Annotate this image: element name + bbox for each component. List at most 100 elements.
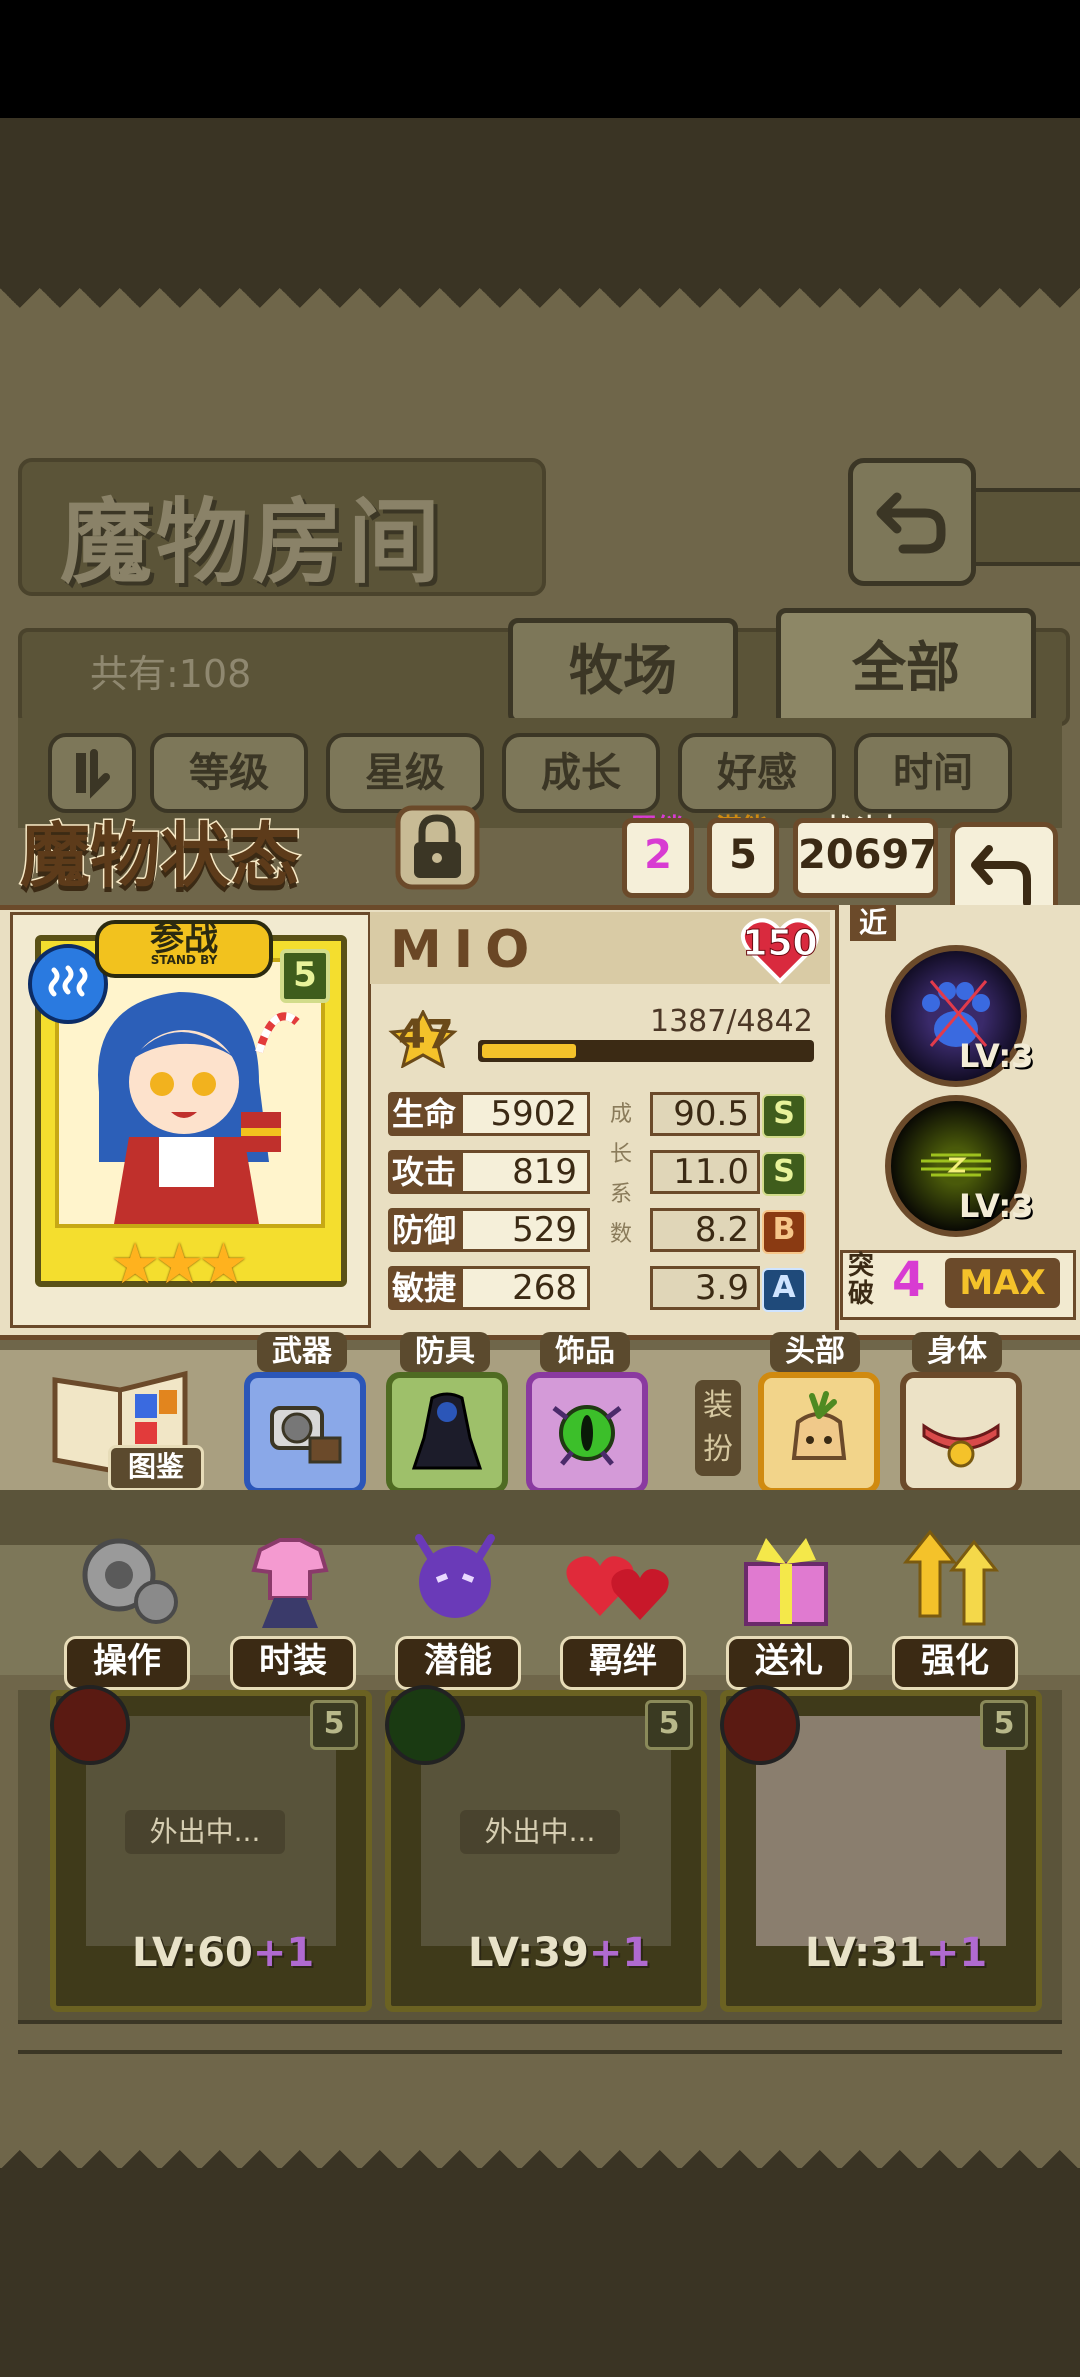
standby-badge: 参战 STAND BY <box>95 920 273 978</box>
eye-amulet-icon <box>552 1405 622 1466</box>
return-icon <box>971 845 1031 907</box>
card-1-level-plus: +1 <box>252 1930 315 1976</box>
sort-affection-button[interactable]: 好感 <box>678 733 836 813</box>
weapon-slot[interactable] <box>244 1372 366 1494</box>
skill-1-button[interactable]: LV:3 <box>885 945 1033 1087</box>
rarity-stars: ★★★ <box>110 1232 249 1297</box>
power-value: 20697 <box>793 818 938 898</box>
range-badge: 近 <box>850 905 896 941</box>
encyclopedia-label: 图鉴 <box>108 1445 204 1491</box>
stat-value-def: 529 <box>460 1208 590 1252</box>
hearts-icon <box>566 1556 669 1620</box>
action-gift-button[interactable]: 送礼 <box>726 1636 852 1690</box>
skill-2-button[interactable]: LV:3 <box>885 1095 1033 1237</box>
card-2-level: LV:39+1 <box>468 1930 650 1976</box>
body-slot[interactable] <box>900 1372 1022 1494</box>
gatling-icon <box>270 1406 342 1464</box>
armor-label: 防具 <box>400 1332 490 1372</box>
tab-ranch[interactable]: 牧场 <box>508 618 738 724</box>
mandrake-hat-icon <box>791 1391 847 1460</box>
card-1-level: LV:60+1 <box>132 1930 314 1976</box>
grade-atk: S <box>762 1152 806 1196</box>
room-title: 魔物房间 <box>60 489 445 596</box>
accessory-label: 饰品 <box>540 1332 630 1372</box>
armor-slot[interactable] <box>386 1372 508 1494</box>
star-grade-badge: 5 <box>280 949 330 1003</box>
break-value: 4 <box>892 1252 926 1308</box>
paper-edge-top <box>0 288 1080 328</box>
growth-char: 数 <box>610 1222 633 1247</box>
growth-char: 成 <box>610 1102 633 1127</box>
growth-char: 系 <box>610 1182 633 1207</box>
exp-bar-fill <box>482 1044 576 1058</box>
card-1-away-status: 外出中... <box>125 1810 285 1854</box>
upgrade-arrows-icon <box>902 1529 1000 1626</box>
growth-axis-label: 成 长 系 数 <box>610 1095 633 1255</box>
sort-growth-button[interactable]: 成长 <box>502 733 660 813</box>
card-2-level-plus: +1 <box>588 1930 651 1976</box>
head-label: 头部 <box>770 1332 860 1372</box>
status-title: 魔物状态 <box>19 814 302 899</box>
card-3-level-text: LV:31 <box>805 1930 926 1976</box>
card-1-level-text: LV:60 <box>132 1930 253 1976</box>
sort-time-button[interactable]: 时间 <box>854 733 1012 813</box>
card-2-away-status: 外出中... <box>460 1810 620 1854</box>
fire-element-icon <box>720 1685 800 1765</box>
lock-button[interactable] <box>390 800 485 895</box>
growth-char: 长 <box>610 1142 633 1167</box>
card-3-level: LV:31+1 <box>805 1930 987 1976</box>
card-1-badge: 5 <box>310 1700 358 1750</box>
skill-2-level: LV:3 <box>959 1187 1034 1225</box>
action-operate-button[interactable]: 操作 <box>64 1636 190 1690</box>
action-bond-button[interactable]: 羁绊 <box>560 1636 686 1690</box>
potential-value: 5 <box>707 818 779 898</box>
paper-edge-bottom <box>0 2130 1080 2170</box>
stat-label-atk: 攻击 <box>388 1150 460 1194</box>
monster-name: MIO <box>390 920 542 980</box>
weapon-label: 武器 <box>257 1332 347 1372</box>
action-potential-button[interactable]: 潜能 <box>395 1636 521 1690</box>
break-max-button[interactable]: MAX <box>945 1258 1060 1308</box>
grade-hp: S <box>762 1094 806 1138</box>
devil-icon <box>415 1534 495 1618</box>
return-icon <box>876 492 946 554</box>
standby-en-label: STAND BY <box>150 953 218 967</box>
stat-value-atk: 819 <box>460 1150 590 1194</box>
card-3-level-plus: +1 <box>925 1930 988 1976</box>
growth-value-agi: 3.9 <box>650 1266 760 1310</box>
bond-value: 2 <box>622 818 694 898</box>
room-back-button[interactable] <box>848 458 976 586</box>
accessory-slot[interactable] <box>526 1372 648 1494</box>
growth-value-def: 8.2 <box>650 1208 760 1252</box>
leaf-element-icon <box>385 1685 465 1765</box>
stat-label-def: 防御 <box>388 1208 460 1252</box>
stat-label-agi: 敏捷 <box>388 1266 460 1310</box>
card-2-level-text: LV:39 <box>468 1930 589 1976</box>
affection-heart: 150 <box>740 915 820 985</box>
skill-1-level: LV:3 <box>959 1037 1034 1075</box>
exp-text: 1387/4842 <box>650 1004 813 1039</box>
card-2-badge: 5 <box>645 1700 693 1750</box>
standby-label: 参战 <box>150 919 218 959</box>
grade-agi: A <box>762 1268 806 1312</box>
grade-def: B <box>762 1210 806 1254</box>
collar-bell-icon <box>922 1423 1000 1468</box>
action-enhance-button[interactable]: 强化 <box>892 1636 1018 1690</box>
monster-level: 47 <box>398 1012 454 1058</box>
dress-up-label: 装扮 <box>695 1380 741 1476</box>
growth-value-hp: 90.5 <box>650 1092 760 1136</box>
growth-value-atk: 11.0 <box>650 1150 760 1194</box>
break-label: 突破 <box>848 1251 875 1309</box>
outfit-icon <box>251 1538 329 1628</box>
sort-order-icon <box>76 749 110 799</box>
cloak-icon <box>411 1392 483 1470</box>
tab-all[interactable]: 全部 <box>776 608 1036 728</box>
fire-element-icon <box>50 1685 130 1765</box>
body-label: 身体 <box>912 1332 1002 1372</box>
gear-icon <box>82 1538 178 1624</box>
head-slot[interactable] <box>758 1372 880 1494</box>
action-fashion-button[interactable]: 时装 <box>230 1636 356 1690</box>
dress-up-text: 装扮 <box>703 1388 733 1467</box>
affection-value: 150 <box>742 923 818 965</box>
list-bottom-rail <box>18 2020 1062 2054</box>
